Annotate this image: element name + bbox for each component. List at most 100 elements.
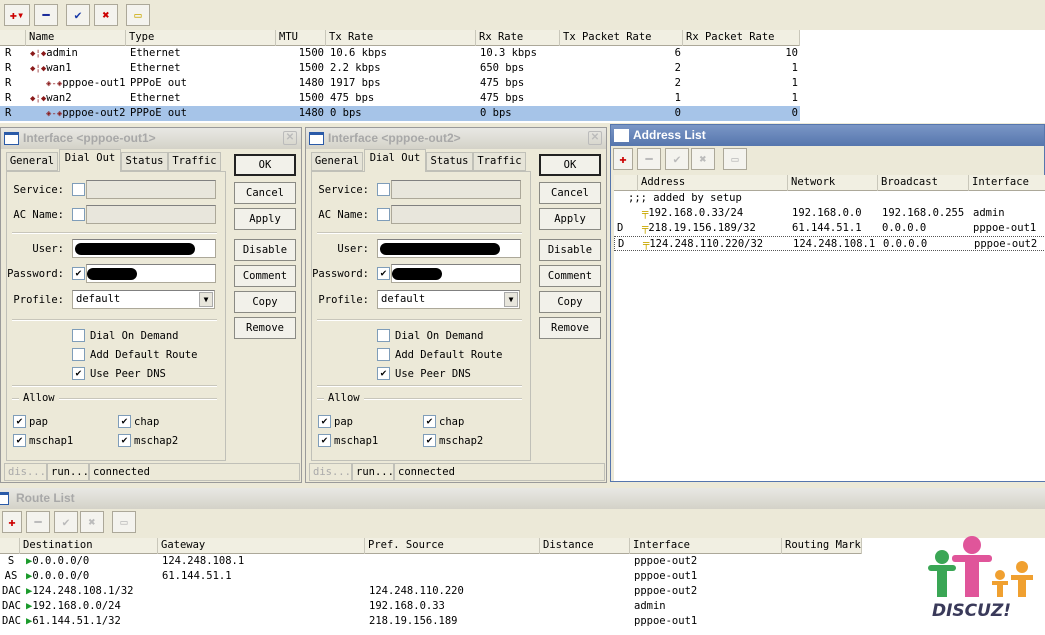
disable-button[interactable]: ✖	[80, 511, 104, 533]
chevron-down-icon[interactable]: ▼	[199, 292, 213, 307]
title-bar[interactable]: Interface <pppoe-out1> ✕	[1, 128, 301, 149]
title-bar[interactable]: Route List	[0, 488, 1045, 509]
profile-select[interactable]: default ▼	[377, 290, 520, 309]
table-row[interactable]: R ◆¦◆wan1 Ethernet 1500 2.2 kbps 650 bps 2 1	[0, 61, 800, 76]
table-row[interactable]: D ╤124.248.110.220/32 124.248.108.1 0.0.0.0…	[614, 236, 1045, 251]
enable-button[interactable]: ✔	[54, 511, 78, 533]
close-button[interactable]: ✕	[588, 131, 602, 145]
column-header[interactable]: Interface	[630, 538, 782, 554]
password-checkbox[interactable]: ✔	[377, 267, 390, 280]
column-header[interactable]: Rx Packet Rate	[683, 30, 800, 46]
column-header[interactable]: Broadcast	[878, 175, 969, 191]
mschap1-checkbox[interactable]: ✔	[318, 434, 331, 447]
user-input[interactable]	[72, 239, 216, 258]
remove-button[interactable]: ━	[34, 4, 58, 26]
cancel-button[interactable]: Cancel	[539, 182, 601, 204]
copy-button[interactable]: Copy	[234, 291, 296, 313]
add-button[interactable]: ✚	[613, 148, 633, 170]
title-bar[interactable]: Interface <pppoe-out2> ✕	[306, 128, 606, 149]
tab-traffic[interactable]: Traffic	[473, 152, 526, 171]
pap-checkbox[interactable]: ✔	[318, 415, 331, 428]
disable-button[interactable]: ✖	[691, 148, 715, 170]
table-row[interactable]: R ◆¦◆wan2 Ethernet 1500 475 bps 475 bps 1 1	[0, 91, 800, 106]
mschap2-checkbox[interactable]: ✔	[118, 434, 131, 447]
apply-button[interactable]: Apply	[539, 208, 601, 230]
table-row[interactable]: ╤192.168.0.33/24 192.168.0.0 192.168.0.255…	[614, 206, 1045, 221]
add-default-route-checkbox[interactable]	[377, 348, 390, 361]
title-bar[interactable]: Address List	[611, 125, 1044, 146]
chap-checkbox[interactable]: ✔	[118, 415, 131, 428]
ac_name-checkbox[interactable]	[377, 208, 390, 221]
column-header[interactable]: Interface	[969, 175, 1045, 191]
column-header[interactable]: Destination	[20, 538, 158, 554]
password-input[interactable]	[391, 264, 521, 283]
column-header[interactable]	[0, 538, 20, 554]
add-default-route-checkbox[interactable]	[72, 348, 85, 361]
service-checkbox[interactable]	[377, 183, 390, 196]
ok-button[interactable]: OK	[539, 154, 601, 176]
tab-status[interactable]: Status	[121, 152, 168, 171]
tab-traffic[interactable]: Traffic	[168, 152, 221, 171]
column-header[interactable]	[614, 175, 638, 191]
table-row[interactable]: R ◈-◈pppoe-out1 PPPoE out 1480 1917 bps 475 b…	[0, 76, 800, 91]
column-header[interactable]: Distance	[540, 538, 630, 554]
password-input[interactable]	[86, 264, 216, 283]
column-header[interactable]: Gateway	[158, 538, 365, 554]
comment-button[interactable]: Comment	[539, 265, 601, 287]
use-peer-dns-checkbox[interactable]: ✔	[72, 367, 85, 380]
chap-checkbox[interactable]: ✔	[423, 415, 436, 428]
table-row[interactable]: DAC ▶61.144.51.1/32 218.19.156.189 pppoe-ou…	[0, 614, 862, 629]
add-menu-button[interactable]: ✚▾	[4, 4, 30, 26]
table-row[interactable]: R ◆¦◆admin Ethernet 1500 10.6 kbps 10.3 kbps 6…	[0, 46, 800, 61]
close-button[interactable]: ✕	[283, 131, 297, 145]
dial-on-demand-checkbox[interactable]	[377, 329, 390, 342]
column-header[interactable]: Rx Rate	[476, 30, 560, 46]
table-row[interactable]: DAC ▶124.248.108.1/32 124.248.110.220 pppoe…	[0, 584, 862, 599]
profile-select[interactable]: default ▼	[72, 290, 215, 309]
disable-button[interactable]: Disable	[234, 239, 296, 261]
comment-button[interactable]: ▭	[126, 4, 150, 26]
service-input[interactable]	[86, 180, 216, 199]
column-header[interactable]: Tx Rate	[326, 30, 476, 46]
enable-button[interactable]: ✔	[66, 4, 90, 26]
table-row[interactable]: AS ▶0.0.0.0/0 61.144.51.1 pppoe-out1	[0, 569, 862, 584]
enable-button[interactable]: ✔	[665, 148, 689, 170]
column-header[interactable]: Routing Mark	[782, 538, 862, 554]
column-header[interactable]	[0, 30, 26, 46]
column-header[interactable]: Pref. Source	[365, 538, 540, 554]
remove-button[interactable]: ━	[637, 148, 661, 170]
ac_name-checkbox[interactable]	[72, 208, 85, 221]
pap-checkbox[interactable]: ✔	[13, 415, 26, 428]
user-input[interactable]	[377, 239, 521, 258]
column-header[interactable]: Type	[126, 30, 276, 46]
column-header[interactable]: Network	[788, 175, 878, 191]
mschap1-checkbox[interactable]: ✔	[13, 434, 26, 447]
disable-button[interactable]: Disable	[539, 239, 601, 261]
tab-general[interactable]: General	[6, 152, 58, 171]
service-checkbox[interactable]	[72, 183, 85, 196]
column-header[interactable]: Tx Packet Rate	[560, 30, 683, 46]
column-header[interactable]: Name	[26, 30, 126, 46]
ok-button[interactable]: OK	[234, 154, 296, 176]
remove-button[interactable]: Remove	[539, 317, 601, 339]
tab-status[interactable]: Status	[426, 152, 473, 171]
table-row[interactable]: R ◈-◈pppoe-out2 PPPoE out 1480 0 bps 0 bps 0 0	[0, 106, 800, 121]
service-input[interactable]	[391, 180, 521, 199]
disable-button[interactable]: ✖	[94, 4, 118, 26]
column-header[interactable]: Address	[638, 175, 788, 191]
apply-button[interactable]: Apply	[234, 208, 296, 230]
dial-on-demand-checkbox[interactable]	[72, 329, 85, 342]
comment-button[interactable]: ▭	[723, 148, 747, 170]
comment-button[interactable]: Comment	[234, 265, 296, 287]
tab-general[interactable]: General	[311, 152, 363, 171]
ac_name-input[interactable]	[391, 205, 521, 224]
table-row[interactable]: D ╤218.19.156.189/32 61.144.51.1 0.0.0.0 ppp…	[614, 221, 1045, 236]
add-button[interactable]: ✚	[2, 511, 22, 533]
mschap2-checkbox[interactable]: ✔	[423, 434, 436, 447]
ac_name-input[interactable]	[86, 205, 216, 224]
table-row[interactable]: DAC ▶192.168.0.0/24 192.168.0.33 admin	[0, 599, 862, 614]
tab-dial-out[interactable]: Dial Out	[364, 149, 426, 172]
password-checkbox[interactable]: ✔	[72, 267, 85, 280]
copy-button[interactable]: Copy	[539, 291, 601, 313]
cancel-button[interactable]: Cancel	[234, 182, 296, 204]
